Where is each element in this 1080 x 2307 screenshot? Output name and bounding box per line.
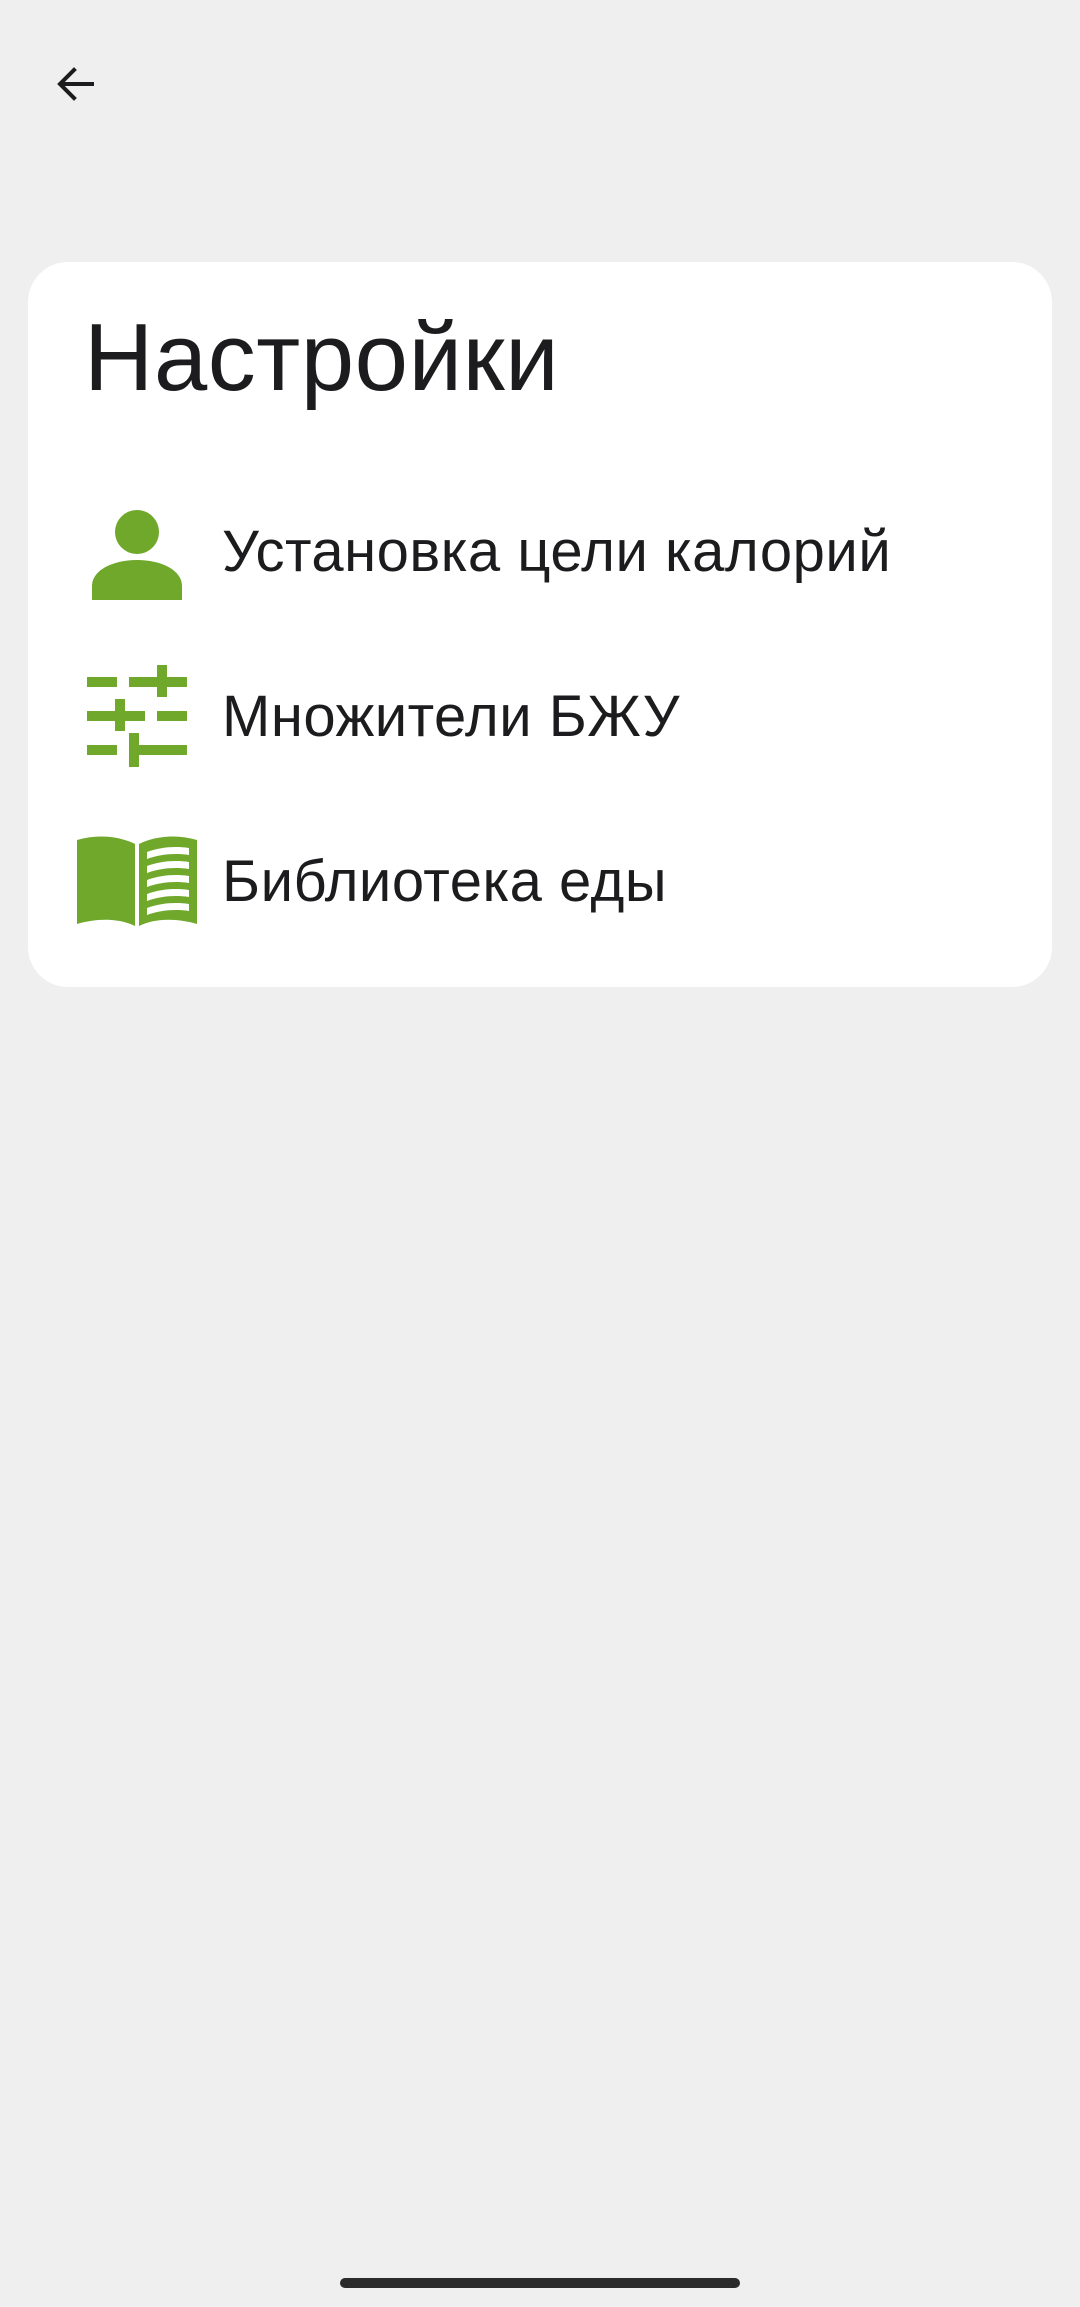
settings-card: Настройки Установка цели калорий Множите… — [28, 262, 1052, 987]
menu-item-label: Библиотека еды — [222, 849, 668, 914]
menu-item-label: Установка цели калорий — [222, 519, 892, 584]
page-title: Настройки — [84, 304, 560, 411]
back-button[interactable] — [38, 48, 114, 124]
arrow-left-icon — [52, 60, 100, 113]
sliders-icon — [72, 662, 202, 772]
menu-item-food-library[interactable]: Библиотека еды — [28, 807, 1052, 957]
menu-item-calorie-goal[interactable]: Установка цели калорий — [28, 477, 1052, 627]
menu-item-macro-multipliers[interactable]: Множители БЖУ — [28, 642, 1052, 792]
menu-item-label: Множители БЖУ — [222, 684, 680, 749]
home-indicator[interactable] — [340, 2278, 740, 2288]
open-book-icon — [72, 827, 202, 937]
person-icon — [72, 497, 202, 607]
